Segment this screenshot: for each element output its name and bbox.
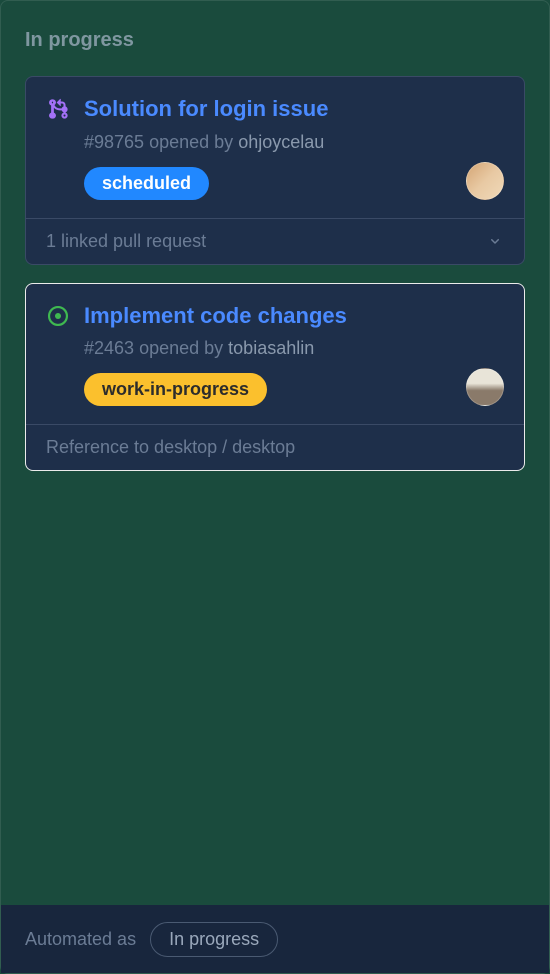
card-title-link[interactable]: Implement code changes: [84, 302, 347, 331]
card-title-link[interactable]: Solution for login issue: [84, 95, 328, 124]
issue-card[interactable]: Implement code changes #2463 opened by t…: [25, 283, 525, 472]
card-meta: #98765 opened by ohjoycelau: [84, 132, 504, 153]
automated-as-text: Automated as: [25, 929, 136, 950]
issue-number: #2463: [84, 338, 134, 358]
board-column: In progress Solution for login issue #98…: [1, 1, 549, 973]
issue-open-icon: [46, 304, 70, 328]
card-title-row: Implement code changes: [46, 302, 504, 331]
author-link[interactable]: ohjoycelau: [238, 132, 324, 152]
reference-text: Reference to desktop / desktop: [46, 437, 295, 458]
label-wip[interactable]: work-in-progress: [84, 373, 267, 406]
linked-pr-text: 1 linked pull request: [46, 231, 206, 252]
avatar[interactable]: [466, 368, 504, 406]
label-row: scheduled: [84, 167, 504, 200]
card-title-row: Solution for login issue: [46, 95, 504, 124]
opened-by-text: opened by: [149, 132, 233, 152]
label-scheduled[interactable]: scheduled: [84, 167, 209, 200]
status-pill[interactable]: In progress: [150, 922, 278, 957]
pull-request-icon: [46, 97, 70, 121]
chevron-down-icon: [486, 232, 504, 250]
opened-by-text: opened by: [139, 338, 223, 358]
issue-number: #98765: [84, 132, 144, 152]
card-footer[interactable]: Reference to desktop / desktop: [26, 424, 524, 470]
card-body: Implement code changes #2463 opened by t…: [26, 284, 524, 425]
label-row: work-in-progress: [84, 373, 504, 406]
card-footer[interactable]: 1 linked pull request: [26, 218, 524, 264]
avatar[interactable]: [466, 162, 504, 200]
card-body: Solution for login issue #98765 opened b…: [26, 77, 524, 218]
issue-card[interactable]: Solution for login issue #98765 opened b…: [25, 76, 525, 265]
automation-bar: Automated as In progress: [1, 905, 549, 973]
author-link[interactable]: tobiasahlin: [228, 338, 314, 358]
card-meta: #2463 opened by tobiasahlin: [84, 338, 504, 359]
column-title: In progress: [25, 29, 525, 52]
